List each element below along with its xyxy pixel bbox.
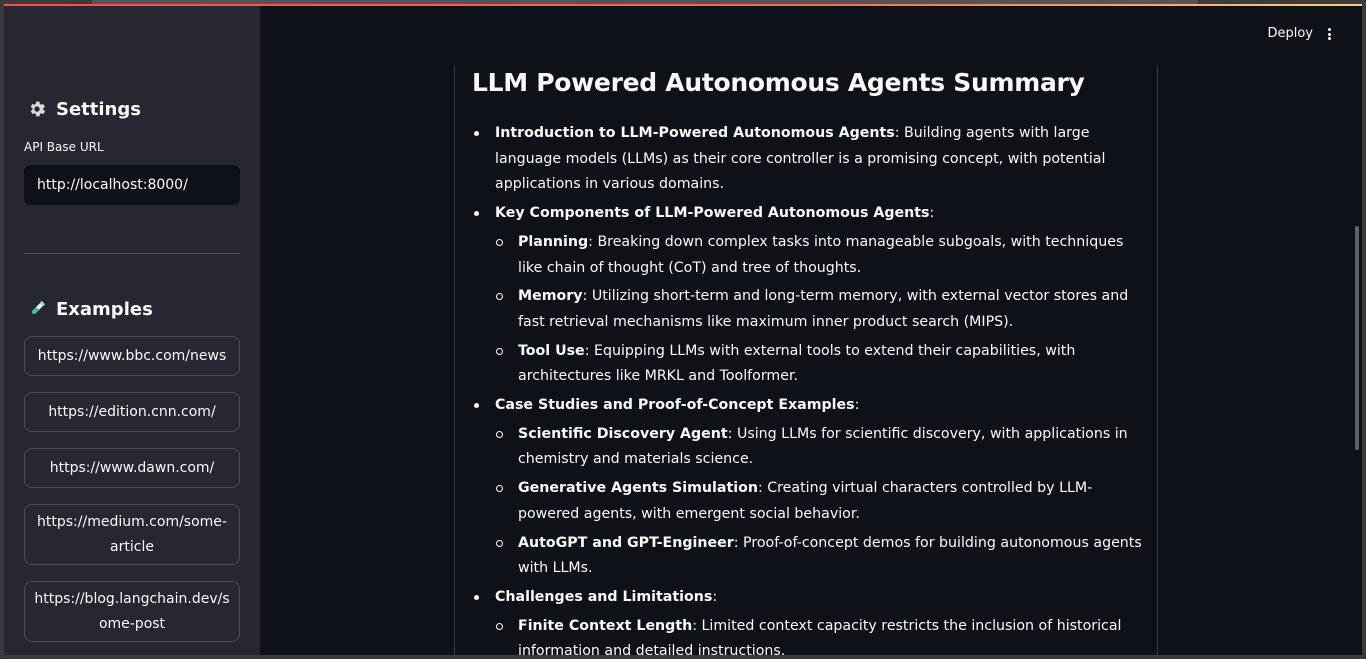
list-item: Case Studies and Proof-of-Concept Exampl… [472,393,1144,582]
list-item: Key Components of LLM-Powered Autonomous… [472,201,1144,390]
sub-list-item: AutoGPT and GPT-Engineer: Proof-of-conce… [495,531,1144,582]
test-tube-icon [26,298,48,320]
example-button-medium[interactable]: https://medium.com/some-article [24,504,240,565]
main-content: LLM Powered Autonomous Agents Summary In… [454,66,1158,659]
app-header: Deploy [260,6,1362,62]
main-scrollbar[interactable] [1355,226,1359,450]
example-button-cnn[interactable]: https://edition.cnn.com/ [24,392,240,432]
app-top-accent-bar [4,4,1362,6]
example-button-dawn[interactable]: https://www.dawn.com/ [24,448,240,488]
sub-list-item: Scientific Discovery Agent: Using LLMs f… [495,422,1144,473]
gear-icon [26,98,48,120]
sub-list-item: Tool Use: Equipping LLMs with external t… [495,339,1144,390]
kebab-menu-icon[interactable] [1325,26,1333,42]
api-base-url-input[interactable]: http://localhost:8000/ [24,165,240,205]
sub-list-item: Finite Context Length: Limited context c… [495,614,1144,659]
sidebar: Settings API Base URL http://localhost:8… [4,6,260,655]
sub-list: Scientific Discovery Agent: Using LLMs f… [495,422,1144,582]
summary-list: Introduction to LLM-Powered Autonomous A… [472,121,1144,659]
window-top-scrollbar[interactable] [92,0,1198,4]
sub-list: Planning: Breaking down complex tasks in… [495,230,1144,390]
list-item: Introduction to LLM-Powered Autonomous A… [472,121,1144,198]
examples-title: Examples [56,298,153,320]
sub-list-item: Generative Agents Simulation: Creating v… [495,476,1144,527]
examples-heading: Examples [26,298,153,320]
sub-list: Finite Context Length: Limited context c… [495,614,1144,659]
list-item: Challenges and Limitations: Finite Conte… [472,585,1144,659]
sub-list-item: Planning: Breaking down complex tasks in… [495,230,1144,281]
settings-title: Settings [56,98,141,120]
api-base-url-label: API Base URL [24,140,104,154]
example-button-langchain[interactable]: https://blog.langchain.dev/some-post [24,581,240,642]
settings-heading: Settings [26,98,141,120]
sidebar-divider [24,253,240,254]
page-title: LLM Powered Autonomous Agents Summary [472,68,1085,97]
deploy-button[interactable]: Deploy [1267,26,1313,41]
sub-list-item: Memory: Utilizing short-term and long-te… [495,284,1144,335]
example-button-bbc[interactable]: https://www.bbc.com/news [24,336,240,376]
summary-body: Introduction to LLM-Powered Autonomous A… [472,121,1144,659]
